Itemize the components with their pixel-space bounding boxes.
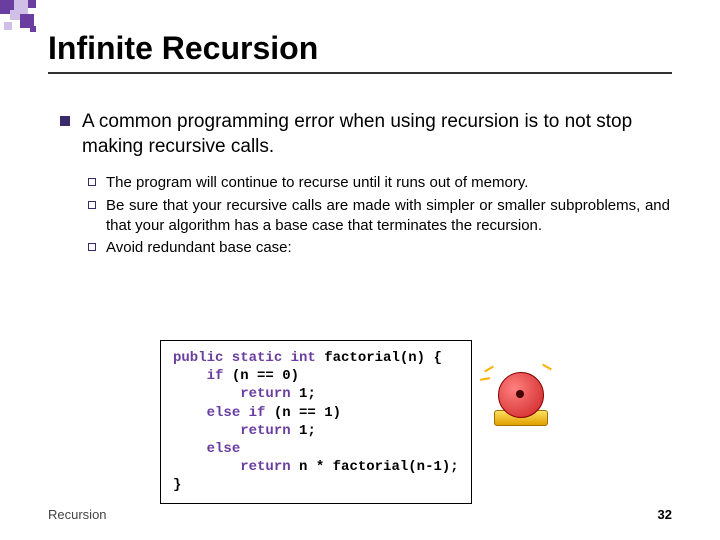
- slide-body: A common programming error when using re…: [60, 110, 670, 260]
- slide-title: Infinite Recursion: [48, 30, 318, 67]
- hollow-square-bullet-icon: [88, 201, 96, 209]
- code-text: n * factorial(n-1);: [291, 459, 459, 475]
- code-keyword: public static int: [173, 350, 316, 366]
- code-text: (n == 0): [223, 368, 299, 384]
- code-keyword: if: [207, 368, 224, 384]
- code-keyword: return: [240, 423, 290, 439]
- main-bullet-row: A common programming error when using re…: [60, 110, 670, 159]
- code-block: public static int factorial(n) { if (n =…: [160, 340, 472, 504]
- sub-bullet-row: The program will continue to recurse unt…: [88, 173, 670, 193]
- code-text: }: [173, 477, 181, 493]
- sub-bullet-list: The program will continue to recurse unt…: [88, 173, 670, 258]
- square-bullet-icon: [60, 116, 70, 126]
- title-divider: [48, 72, 672, 74]
- footer-topic: Recursion: [48, 507, 107, 522]
- code-text: (n == 1): [265, 405, 341, 421]
- code-keyword: else if: [207, 405, 266, 421]
- sub-bullet-row: Be sure that your recursive calls are ma…: [88, 196, 670, 237]
- code-area: public static int factorial(n) { if (n =…: [160, 340, 556, 504]
- alarm-bell-icon: [486, 360, 556, 440]
- code-text: factorial(n) {: [316, 350, 442, 366]
- hollow-square-bullet-icon: [88, 243, 96, 251]
- hollow-square-bullet-icon: [88, 178, 96, 186]
- slide-number: 32: [658, 507, 672, 522]
- code-text: 1;: [291, 423, 316, 439]
- sub-bullet-text: The program will continue to recurse unt…: [106, 173, 528, 193]
- code-text: 1;: [291, 386, 316, 402]
- code-keyword: return: [240, 386, 290, 402]
- main-bullet-text: A common programming error when using re…: [82, 110, 670, 159]
- sub-bullet-text: Be sure that your recursive calls are ma…: [106, 196, 670, 237]
- code-keyword: return: [240, 459, 290, 475]
- sub-bullet-row: Avoid redundant base case:: [88, 238, 670, 258]
- sub-bullet-text: Avoid redundant base case:: [106, 238, 292, 258]
- code-keyword: else: [207, 441, 241, 457]
